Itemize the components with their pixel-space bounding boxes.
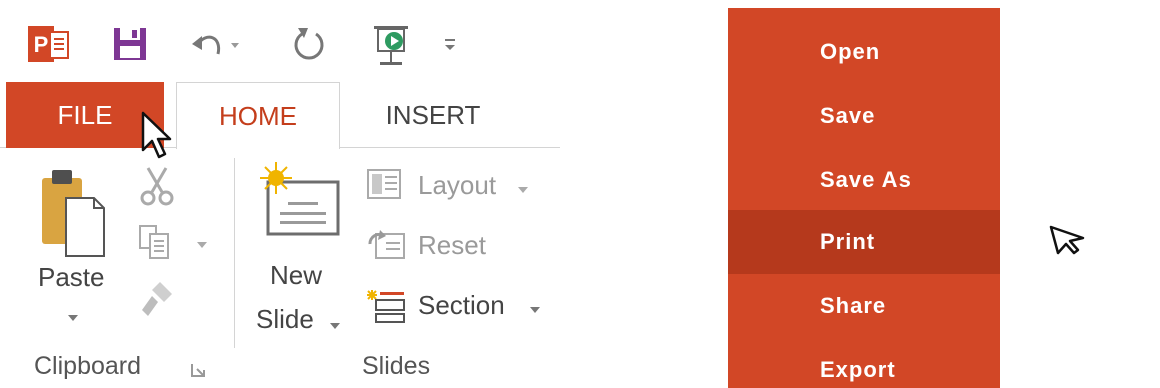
new-slide-label-line2: Slide [256, 304, 314, 334]
tab-home[interactable]: HOME [176, 82, 340, 149]
clipboard-dialog-launcher-icon[interactable] [190, 362, 208, 380]
section-button[interactable]: Section [366, 282, 556, 332]
menu-item-export[interactable]: Export [728, 338, 1000, 388]
copy-icon[interactable] [136, 222, 176, 262]
svg-text:P: P [34, 32, 49, 57]
new-slide-label-line1: New [270, 260, 323, 290]
new-slide-icon [258, 162, 344, 249]
undo-dropdown-icon[interactable] [228, 22, 244, 66]
backstage-menu: Open Save Save As Print Share Export [728, 8, 1085, 388]
layout-label: Layout [418, 170, 497, 200]
customize-toolbar-icon[interactable] [440, 22, 460, 66]
tab-file[interactable]: FILE [6, 82, 164, 148]
menu-item-save[interactable]: Save [728, 84, 1000, 148]
menu-item-save-as[interactable]: Save As [728, 148, 1000, 212]
redo-icon[interactable] [290, 22, 330, 66]
new-slide-button[interactable]: New Slide [254, 162, 354, 342]
undo-icon[interactable] [188, 22, 226, 66]
section-label: Section [418, 290, 505, 320]
reset-button[interactable]: Reset [366, 222, 506, 272]
menu-item-label: Open [820, 39, 881, 64]
section-icon [366, 288, 406, 329]
menu-item-label: Print [820, 229, 876, 254]
menu-item-label: Export [820, 357, 896, 382]
section-dropdown-icon [528, 302, 542, 320]
format-painter-icon[interactable] [138, 276, 178, 320]
layout-dropdown-icon [516, 182, 530, 200]
slides-group-label: Slides [362, 352, 431, 380]
mouse-pointer-icon [1048, 224, 1088, 261]
layout-icon [366, 168, 402, 207]
layout-button[interactable]: Layout [366, 162, 546, 212]
tab-insert[interactable]: INSERT [340, 82, 526, 148]
reset-label: Reset [418, 230, 486, 260]
paste-icon [38, 168, 108, 265]
menu-item-share[interactable]: Share [728, 274, 1000, 338]
paste-label: Paste [38, 262, 105, 292]
clipboard-group-label: Clipboard [34, 352, 142, 380]
paste-button[interactable]: Paste [30, 168, 120, 336]
menu-item-label: Save As [820, 167, 912, 192]
menu-item-open[interactable]: Open [728, 20, 1000, 84]
menu-item-label: Share [820, 293, 887, 318]
powerpoint-ribbon: P FILE HOME INSERT Paste Clipboard New S… [0, 0, 560, 388]
powerpoint-app-icon[interactable]: P [28, 22, 72, 66]
save-icon[interactable] [110, 22, 150, 66]
menu-item-print[interactable]: Print [728, 210, 1000, 274]
reset-icon [366, 228, 406, 267]
paste-dropdown-icon [66, 310, 80, 328]
new-slide-dropdown-icon [328, 318, 342, 336]
group-separator [234, 158, 235, 348]
ribbon-tabs: FILE HOME INSERT [0, 82, 560, 149]
start-from-beginning-icon[interactable] [372, 22, 412, 70]
menu-item-label: Save [820, 103, 876, 128]
cut-icon[interactable] [136, 164, 178, 208]
copy-dropdown-icon[interactable] [194, 238, 210, 250]
